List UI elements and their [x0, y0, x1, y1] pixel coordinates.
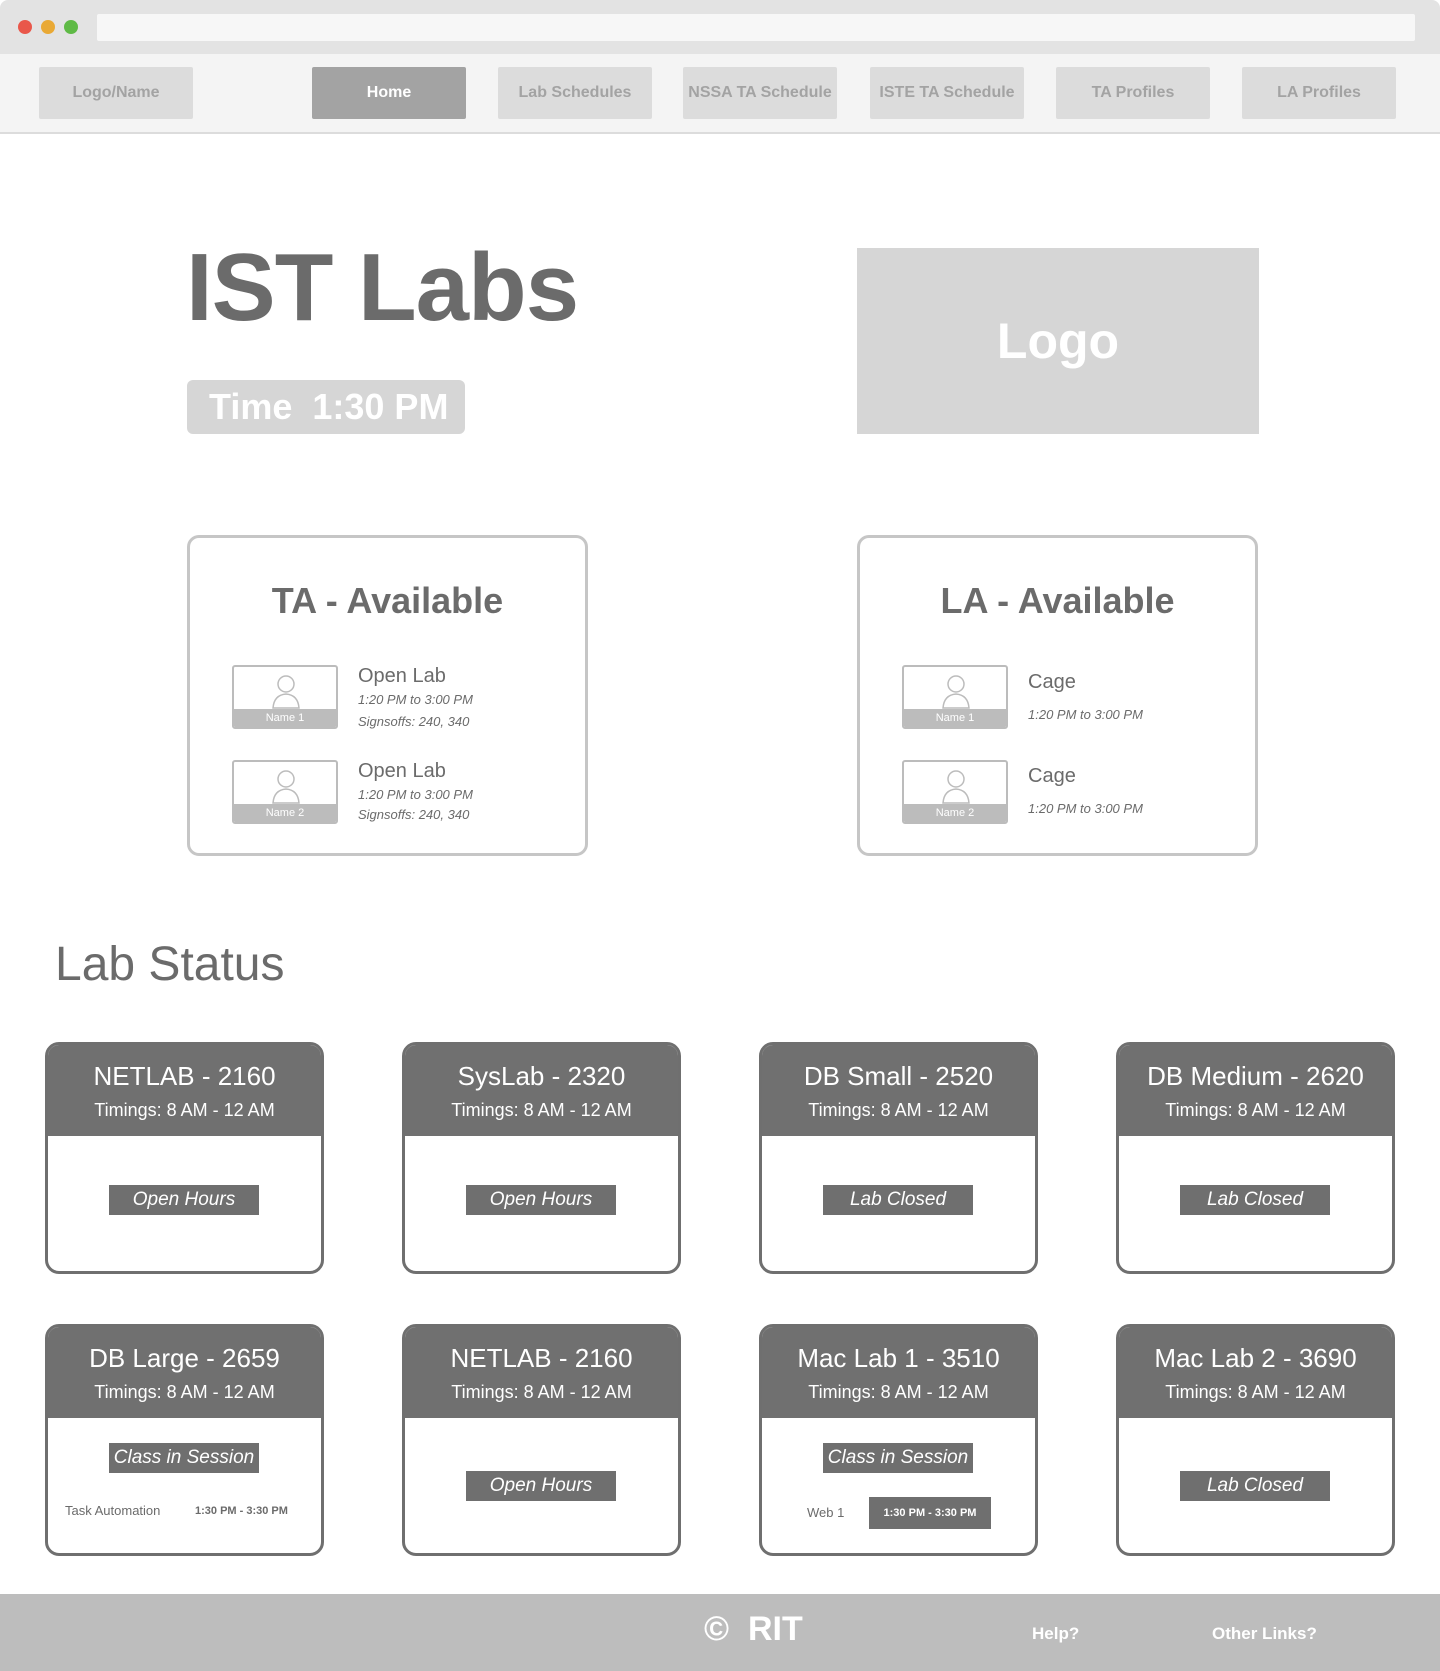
avatar: Name 2 — [902, 760, 1008, 824]
ta-person-1-info: Open Lab 1:20 PM to 3:00 PM Signsoffs: 2… — [358, 665, 473, 729]
lab-timings: Timings: 8 AM - 12 AM — [451, 1382, 632, 1402]
help-link[interactable]: Help? — [1032, 1624, 1079, 1644]
class-time: 1:30 PM - 3:30 PM — [869, 1497, 991, 1529]
lab-status-badge: Open Hours — [466, 1471, 616, 1501]
lab-timings: Timings: 8 AM - 12 AM — [451, 1100, 632, 1120]
top-navbar: Logo/Name Home Lab Schedules NSSA TA Sch… — [0, 54, 1440, 134]
ta-signoffs: Signsoffs: 240, 340 — [358, 807, 470, 822]
footer: © RIT Help? Other Links? — [0, 1594, 1440, 1671]
lab-card-header: NETLAB - 2160 Timings: 8 AM - 12 AM — [48, 1045, 321, 1136]
class-name: Web 1 — [807, 1505, 845, 1520]
other-links-link[interactable]: Other Links? — [1212, 1624, 1317, 1644]
lab-status-badge: Lab Closed — [1180, 1185, 1330, 1215]
lab-card-header: DB Small - 2520 Timings: 8 AM - 12 AM — [762, 1045, 1035, 1136]
lab-name: DB Large - 2659 — [89, 1343, 280, 1373]
lab-card-db-small[interactable]: DB Small - 2520 Timings: 8 AM - 12 AM La… — [759, 1042, 1038, 1274]
lab-timings: Timings: 8 AM - 12 AM — [1165, 1382, 1346, 1402]
avatar-name: Name 2 — [904, 804, 1006, 822]
ta-signoffs: Signsoffs: 240, 340 — [358, 714, 470, 729]
lab-card-syslab[interactable]: SysLab - 2320 Timings: 8 AM - 12 AM Open… — [402, 1042, 681, 1274]
lab-card-db-medium[interactable]: DB Medium - 2620 Timings: 8 AM - 12 AM L… — [1116, 1042, 1395, 1274]
lab-name: Mac Lab 1 - 3510 — [797, 1343, 1000, 1373]
lab-timings: Timings: 8 AM - 12 AM — [94, 1100, 275, 1120]
class-time: 1:30 PM - 3:30 PM — [195, 1505, 288, 1517]
la-person-2[interactable]: Name 2 — [902, 760, 1008, 824]
nav-la-profiles[interactable]: LA Profiles — [1242, 67, 1396, 119]
nav-ta-profiles[interactable]: TA Profiles — [1056, 67, 1210, 119]
lab-status-badge: Open Hours — [109, 1185, 259, 1215]
logo-placeholder: Logo — [857, 248, 1259, 434]
la-person-1[interactable]: Name 1 — [902, 665, 1008, 729]
user-icon — [272, 770, 300, 804]
logo-name-button[interactable]: Logo/Name — [39, 67, 193, 119]
la-person-2-info: Cage 1:20 PM to 3:00 PM — [1028, 765, 1143, 816]
avatar-name: Name 1 — [904, 709, 1006, 727]
lab-card-header: Mac Lab 1 - 3510 Timings: 8 AM - 12 AM — [762, 1327, 1035, 1418]
lab-card-mac-lab-1[interactable]: Mac Lab 1 - 3510 Timings: 8 AM - 12 AM C… — [759, 1324, 1038, 1556]
lab-timings: Timings: 8 AM - 12 AM — [808, 1100, 989, 1120]
user-icon — [942, 675, 970, 709]
lab-name: Mac Lab 2 - 3690 — [1154, 1343, 1357, 1373]
user-icon — [272, 675, 300, 709]
ta-person-2[interactable]: Name 2 — [232, 760, 338, 824]
la-role: Cage — [1028, 671, 1076, 693]
page-title: IST Labs — [186, 234, 579, 341]
ta-available-title: TA - Available — [271, 580, 504, 621]
la-time: 1:20 PM to 3:00 PM — [1028, 801, 1143, 816]
ta-role: Open Lab — [358, 665, 446, 687]
address-bar[interactable] — [97, 14, 1415, 41]
ta-time: 1:20 PM to 3:00 PM — [358, 787, 473, 802]
lab-timings: Timings: 8 AM - 12 AM — [1165, 1100, 1346, 1120]
lab-card-mac-lab-2[interactable]: Mac Lab 2 - 3690 Timings: 8 AM - 12 AM L… — [1116, 1324, 1395, 1556]
copyright-text: © RIT — [704, 1610, 803, 1648]
avatar: Name 2 — [232, 760, 338, 824]
user-icon — [942, 770, 970, 804]
lab-card-netlab-2[interactable]: NETLAB - 2160 Timings: 8 AM - 12 AM Open… — [402, 1324, 681, 1556]
lab-timings: Timings: 8 AM - 12 AM — [94, 1382, 275, 1402]
lab-card-header: SysLab - 2320 Timings: 8 AM - 12 AM — [405, 1045, 678, 1136]
la-role: Cage — [1028, 765, 1076, 787]
la-person-1-info: Cage 1:20 PM to 3:00 PM — [1028, 671, 1143, 722]
minimize-window-dot-icon[interactable] — [41, 20, 55, 34]
la-available-card: LA - Available Name 1 Cage 1:20 PM to 3:… — [857, 535, 1258, 856]
lab-card-netlab[interactable]: NETLAB - 2160 Timings: 8 AM - 12 AM Open… — [45, 1042, 324, 1274]
avatar: Name 1 — [902, 665, 1008, 729]
la-time: 1:20 PM to 3:00 PM — [1028, 707, 1143, 722]
maximize-window-dot-icon[interactable] — [64, 20, 78, 34]
ta-time: 1:20 PM to 3:00 PM — [358, 692, 473, 707]
nav-lab-schedules[interactable]: Lab Schedules — [498, 67, 652, 119]
lab-card-header: DB Medium - 2620 Timings: 8 AM - 12 AM — [1119, 1045, 1392, 1136]
lab-status-badge: Open Hours — [466, 1185, 616, 1215]
nav-nssa-ta-schedule[interactable]: NSSA TA Schedule — [683, 67, 837, 119]
lab-card-header: NETLAB - 2160 Timings: 8 AM - 12 AM — [405, 1327, 678, 1418]
lab-name: NETLAB - 2160 — [93, 1061, 276, 1091]
lab-name: NETLAB - 2160 — [450, 1343, 633, 1373]
lab-status-badge: Lab Closed — [1180, 1471, 1330, 1501]
lab-card-header: Mac Lab 2 - 3690 Timings: 8 AM - 12 AM — [1119, 1327, 1392, 1418]
lab-status-title: Lab Status — [55, 938, 285, 991]
current-time-badge: Time 1:30 PM — [187, 380, 465, 434]
avatar: Name 1 — [232, 665, 338, 729]
nav-home[interactable]: Home — [312, 67, 466, 119]
lab-name: DB Small - 2520 — [803, 1061, 994, 1091]
lab-name: SysLab - 2320 — [457, 1061, 626, 1091]
lab-timings: Timings: 8 AM - 12 AM — [808, 1382, 989, 1402]
ta-role: Open Lab — [358, 760, 446, 782]
browser-chrome — [0, 0, 1440, 54]
lab-status-badge: Class in Session — [109, 1443, 259, 1473]
la-available-title: LA - Available — [940, 580, 1175, 621]
lab-status-badge: Class in Session — [823, 1443, 973, 1473]
avatar-name: Name 1 — [234, 709, 336, 727]
avatar-name: Name 2 — [234, 804, 336, 822]
class-name: Task Automation — [65, 1503, 161, 1518]
nav-iste-ta-schedule[interactable]: ISTE TA Schedule — [870, 67, 1024, 119]
lab-card-db-large[interactable]: DB Large - 2659 Timings: 8 AM - 12 AM Cl… — [45, 1324, 324, 1556]
ta-person-2-info: Open Lab 1:20 PM to 3:00 PM Signsoffs: 2… — [358, 760, 473, 822]
ta-available-card: TA - Available Name 1 Open Lab 1:20 PM t… — [187, 535, 588, 856]
lab-name: DB Medium - 2620 — [1147, 1061, 1364, 1091]
lab-status-badge: Lab Closed — [823, 1185, 973, 1215]
ta-person-1[interactable]: Name 1 — [232, 665, 338, 729]
close-window-dot-icon[interactable] — [18, 20, 32, 34]
lab-card-header: DB Large - 2659 Timings: 8 AM - 12 AM — [48, 1327, 321, 1418]
